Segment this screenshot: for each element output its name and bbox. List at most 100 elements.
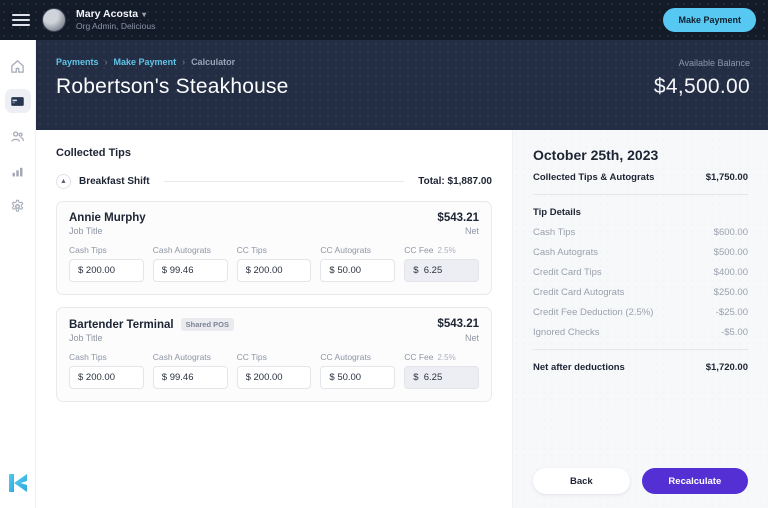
cc-fee-field: CC Fee 2.5% <box>404 245 479 282</box>
cc-tips-field: CC Tips <box>237 245 312 282</box>
summary-row-cc-tips: Credit Card Tips $400.00 <box>533 267 748 278</box>
breadcrumb-separator-icon: › <box>105 57 108 67</box>
cash-tips-field: Cash Tips <box>69 245 144 282</box>
available-balance: Available Balance $4,500.00 <box>654 58 750 99</box>
cc-fee-input <box>404 366 479 389</box>
chevron-up-icon: ▲ <box>60 178 67 185</box>
collected-total-row: Collected Tips & Autograts $1,750.00 <box>533 172 748 183</box>
sidebar-item-team[interactable] <box>5 124 31 148</box>
bar-chart-icon <box>10 164 25 179</box>
cc-autograts-input[interactable] <box>320 259 395 282</box>
summary-row-cc-autograts: Credit Card Autograts $250.00 <box>533 287 748 298</box>
cc-fee-rate: 2.5% <box>437 246 455 255</box>
net-label: Net <box>465 226 479 236</box>
cc-fee-field: CC Fee 2.5% <box>404 352 479 389</box>
sidebar <box>0 40 36 508</box>
user-name: Mary Acosta <box>76 8 138 21</box>
cc-fee-input <box>404 259 479 282</box>
section-title: Collected Tips <box>56 147 492 159</box>
summary-row-ignored-checks: Ignored Checks -$5.00 <box>533 327 748 338</box>
balance-value: $4,500.00 <box>654 75 750 99</box>
shift-name: Breakfast Shift <box>79 176 150 187</box>
cash-autograts-input[interactable] <box>153 366 228 389</box>
field-label: CC Autograts <box>320 352 371 362</box>
tip-card: Bartender Terminal Shared POS $543.21 Jo… <box>56 307 492 402</box>
net-amount: $543.21 <box>437 212 479 224</box>
summary-row-credit-fee: Credit Fee Deduction (2.5%) -$25.00 <box>533 307 748 318</box>
shift-header: ▲ Breakfast Shift Total: $1,887.00 <box>56 174 492 189</box>
cash-tips-input[interactable] <box>69 259 144 282</box>
sidebar-item-reports[interactable] <box>5 159 31 183</box>
job-title: Job Title <box>69 226 103 236</box>
hamburger-menu-icon[interactable] <box>12 14 30 26</box>
breadcrumb-calculator: Calculator <box>191 57 235 67</box>
cc-tips-input[interactable] <box>237 366 312 389</box>
cc-tips-field: CC Tips <box>237 352 312 389</box>
balance-label: Available Balance <box>654 58 750 68</box>
recalculate-button[interactable]: Recalculate <box>642 468 748 494</box>
field-label: Cash Tips <box>69 352 107 362</box>
employee-name: Bartender Terminal <box>69 319 174 331</box>
sidebar-item-payments[interactable] <box>5 89 31 113</box>
shift-total: Total: $1,887.00 <box>418 176 492 187</box>
user-menu[interactable]: Mary Acosta ▾ Org Admin, Delicious <box>76 8 155 32</box>
top-bar: Mary Acosta ▾ Org Admin, Delicious Make … <box>0 0 768 40</box>
summary-date: October 25th, 2023 <box>533 147 748 163</box>
cash-tips-input[interactable] <box>69 366 144 389</box>
tip-card: Annie Murphy $543.21 Job Title Net Cash … <box>56 201 492 295</box>
gear-icon <box>10 199 25 214</box>
cash-autograts-field: Cash Autograts <box>153 352 228 389</box>
make-payment-button[interactable]: Make Payment <box>663 8 756 32</box>
field-label: CC Fee <box>404 352 433 362</box>
back-button[interactable]: Back <box>533 468 630 494</box>
page-title: Robertson's Steakhouse <box>56 75 748 99</box>
breadcrumb-make-payment[interactable]: Make Payment <box>114 57 177 67</box>
divider <box>533 349 748 350</box>
cc-fee-rate: 2.5% <box>437 353 455 362</box>
cc-autograts-field: CC Autograts <box>320 352 395 389</box>
sidebar-item-settings[interactable] <box>5 194 31 218</box>
divider <box>533 194 748 195</box>
sidebar-item-home[interactable] <box>5 54 31 78</box>
users-icon <box>10 129 25 144</box>
shared-pos-badge: Shared POS <box>181 318 234 331</box>
collected-label: Collected Tips & Autograts <box>533 172 654 183</box>
collapse-shift-button[interactable]: ▲ <box>56 174 71 189</box>
divider <box>164 181 405 182</box>
user-role: Org Admin, Delicious <box>76 21 155 32</box>
breadcrumb: Payments › Make Payment › Calculator <box>56 57 748 67</box>
cash-tips-field: Cash Tips <box>69 352 144 389</box>
field-label: CC Autograts <box>320 245 371 255</box>
cash-autograts-field: Cash Autograts <box>153 245 228 282</box>
page-header: Payments › Make Payment › Calculator Rob… <box>36 40 768 130</box>
job-title: Job Title <box>69 333 103 343</box>
collected-value: $1,750.00 <box>706 172 748 183</box>
net-amount: $543.21 <box>437 318 479 330</box>
summary-row-cash-autograts: Cash Autograts $500.00 <box>533 247 748 258</box>
field-label: CC Tips <box>237 352 267 362</box>
breadcrumb-payments[interactable]: Payments <box>56 57 99 67</box>
cc-autograts-field: CC Autograts <box>320 245 395 282</box>
summary-panel: October 25th, 2023 Collected Tips & Auto… <box>512 130 768 508</box>
kickfin-logo <box>7 471 29 500</box>
avatar[interactable] <box>42 8 66 32</box>
home-icon <box>10 59 25 74</box>
summary-row-cash-tips: Cash Tips $600.00 <box>533 227 748 238</box>
net-label: Net <box>465 333 479 343</box>
field-label: Cash Autograts <box>153 245 211 255</box>
field-label: CC Fee <box>404 245 433 255</box>
cc-tips-input[interactable] <box>237 259 312 282</box>
field-label: Cash Tips <box>69 245 107 255</box>
field-label: CC Tips <box>237 245 267 255</box>
cash-autograts-input[interactable] <box>153 259 228 282</box>
collected-tips-section: Collected Tips ▲ Breakfast Shift Total: … <box>36 130 512 508</box>
app-window: Mary Acosta ▾ Org Admin, Delicious Make … <box>0 0 768 508</box>
breadcrumb-separator-icon: › <box>182 57 185 67</box>
cc-autograts-input[interactable] <box>320 366 395 389</box>
tip-details-heading: Tip Details <box>533 207 748 218</box>
employee-name: Annie Murphy <box>69 212 146 224</box>
payment-card-icon <box>10 94 25 109</box>
chevron-down-icon: ▾ <box>142 10 146 20</box>
net-after-deductions-row: Net after deductions $1,720.00 <box>533 362 748 373</box>
field-label: Cash Autograts <box>153 352 211 362</box>
